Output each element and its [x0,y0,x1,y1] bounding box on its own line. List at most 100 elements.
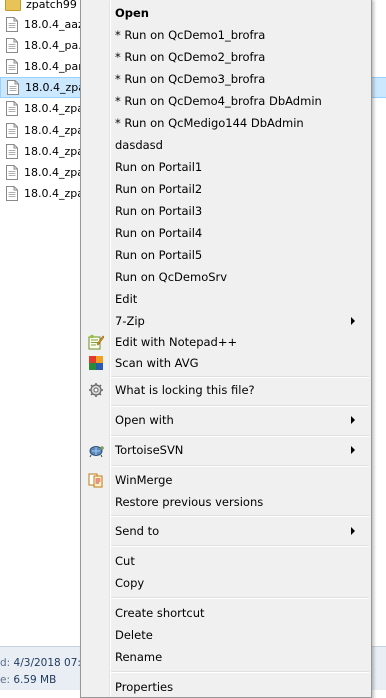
document-icon [6,17,18,32]
menu-separator [111,671,369,673]
menu-item-label: * Run on QcDemo4_brofra DbAdmin [115,94,322,108]
menu-item-run-qcdemo2[interactable]: * Run on QcDemo2_brofra [83,46,369,68]
menu-item-label: Properties [115,680,174,694]
menu-separator [111,376,369,378]
winmerge-icon [88,472,104,488]
menu-item-label: * Run on QcDemo1_brofra [115,28,266,42]
menu-item-dasdasd[interactable]: dasdasd [83,134,369,156]
file-name: 18.0.4_zpat [24,187,89,200]
menu-item-label: Create shortcut [115,606,205,620]
menu-item-run-qcdemo1[interactable]: * Run on QcDemo1_brofra [83,24,369,46]
menu-item-run-qcdemosrv[interactable]: Run on QcDemoSrv [83,266,369,288]
menu-item-label: Edit with Notepad++ [115,335,238,349]
file-row[interactable]: 18.0.4_zpat [0,120,90,141]
menu-item-properties[interactable]: Properties [83,676,369,698]
file-name: 18.0.4_zpat [24,102,89,115]
menu-separator [111,515,369,517]
menu-item-scan-avg[interactable]: Scan with AVG [83,352,369,374]
menu-item-cut[interactable]: Cut [83,550,369,572]
menu-item-edit-notepadpp[interactable]: Edit with Notepad++ [83,331,369,353]
file-name: 18.0.4_zpat [24,145,89,158]
submenu-arrow-icon [351,527,355,535]
file-row[interactable]: 18.0.4_para [0,56,90,77]
menu-item-label: Cut [115,554,135,568]
menu-item-run-portail4[interactable]: Run on Portail4 [83,222,369,244]
document-icon [6,38,18,53]
document-icon [6,101,18,116]
menu-item-label: Run on Portail3 [115,204,203,218]
file-name: zpatch99 [26,0,77,11]
menu-item-edit[interactable]: Edit [83,288,369,310]
folder-icon [5,0,21,11]
menu-item-rename[interactable]: Rename [83,646,369,668]
menu-item-open[interactable]: Open [83,2,369,24]
menu-item-run-qcmedigo144-dbadmin[interactable]: * Run on QcMedigo144 DbAdmin [83,112,369,134]
menu-item-label: 7-Zip [115,314,145,328]
file-row-selected[interactable]: 18.0.4_zpat [0,77,90,98]
menu-separator [111,545,369,547]
menu-item-copy[interactable]: Copy [83,572,369,594]
file-row[interactable]: 18.0.4_zpat [0,183,90,204]
submenu-arrow-icon [351,317,355,325]
menu-item-label: Run on Portail1 [115,160,203,174]
menu-item-label: Open with [115,413,174,427]
menu-item-label: dasdasd [115,138,163,152]
details-size: e: 6.59 MB [0,674,56,686]
menu-item-label: * Run on QcMedigo144 DbAdmin [115,116,304,130]
file-row[interactable]: 18.0.4_zpat [0,98,90,119]
document-icon [6,59,18,74]
menu-item-label: Scan with AVG [115,356,199,370]
file-row[interactable]: 18.0.4_pa.s [0,35,90,56]
menu-item-delete[interactable]: Delete [83,624,369,646]
details-size-key: e: [0,674,10,686]
menu-item-label: Run on Portail2 [115,182,203,196]
menu-item-open-with[interactable]: Open with [83,409,369,431]
menu-item-run-portail1[interactable]: Run on Portail1 [83,156,369,178]
document-icon [6,186,18,201]
menu-separator [111,597,369,599]
menu-separator [111,465,369,467]
menu-item-label: Run on Portail5 [115,248,203,262]
explorer-background [372,0,386,689]
menu-item-label: Rename [115,650,163,664]
menu-separator [111,405,369,407]
menu-item-7zip[interactable]: 7-Zip [83,310,369,332]
menu-item-label: Delete [115,628,153,642]
file-row[interactable]: 18.0.4_aaz. [0,14,90,35]
file-name: 18.0.4_aaz. [24,18,88,31]
menu-separator [111,435,369,437]
menu-item-run-portail5[interactable]: Run on Portail5 [83,244,369,266]
submenu-arrow-icon [351,416,355,424]
details-pane-edge [372,646,386,690]
document-icon [7,80,19,95]
menu-item-label: Restore previous versions [115,495,264,509]
menu-item-tortoisesvn[interactable]: TortoiseSVN [83,439,369,461]
details-pane: d: 4/3/2018 07:3 e: 6.59 MB [0,646,86,690]
file-row[interactable]: 18.0.4_zpat [0,141,90,162]
file-row[interactable]: 18.0.4_zpat [0,162,90,183]
details-modified-value: 4/3/2018 07:3 [13,657,86,669]
file-name: 18.0.4_pa.s [24,39,88,52]
avg-icon [88,355,104,371]
menu-item-create-shortcut[interactable]: Create shortcut [83,602,369,624]
menu-item-run-qcdemo4-dbadmin[interactable]: * Run on QcDemo4_brofra DbAdmin [83,90,369,112]
gear-lock-icon [88,382,104,398]
menu-item-winmerge[interactable]: WinMerge [83,469,369,491]
notepadpp-icon [88,334,105,350]
menu-item-run-qcdemo3[interactable]: * Run on QcDemo3_brofra [83,68,369,90]
menu-item-what-is-locking[interactable]: What is locking this file? [83,379,369,401]
file-row-folder[interactable]: zpatch99 [0,0,90,15]
document-icon [6,165,18,180]
selected-row-highlight [372,77,386,98]
document-icon [6,123,18,138]
menu-item-send-to[interactable]: Send to [83,520,369,542]
menu-item-label: Edit [115,292,138,306]
menu-item-run-portail2[interactable]: Run on Portail2 [83,178,369,200]
menu-item-label: What is locking this file? [115,383,255,397]
menu-item-label: WinMerge [115,473,173,487]
menu-item-label: * Run on QcDemo2_brofra [115,50,266,64]
details-modified-key: d: [0,657,11,669]
document-icon [6,144,18,159]
menu-item-run-portail3[interactable]: Run on Portail3 [83,200,369,222]
menu-item-restore-previous-versions[interactable]: Restore previous versions [83,491,369,513]
